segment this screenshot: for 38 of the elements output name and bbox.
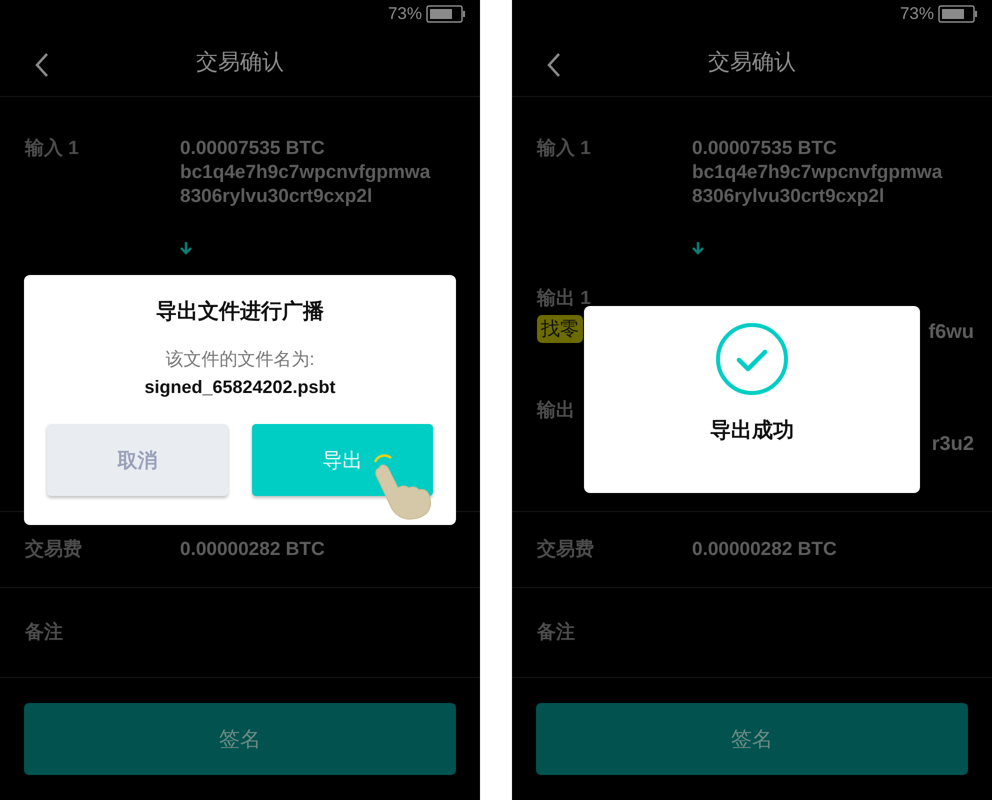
input-detail: 8306rylvu30crt9cxp2l (692, 185, 886, 209)
fee-value: 0.00000282 BTC (692, 538, 837, 562)
cancel-button[interactable]: 取消 (47, 424, 228, 496)
page-title: 交易确认 (196, 48, 284, 76)
fee-value: 0.00000282 BTC (180, 538, 325, 562)
back-icon[interactable] (546, 52, 562, 78)
battery-percent: 73% (900, 4, 934, 24)
down-arrow-icon (180, 241, 192, 255)
dialog-message: 该文件的文件名为: (165, 348, 314, 371)
output-label: 输出 1 (537, 287, 592, 311)
battery-icon (938, 5, 978, 23)
sign-button[interactable]: 签名 (536, 703, 968, 775)
check-circle-icon (715, 322, 789, 396)
output-label: 输出 (537, 399, 576, 423)
back-icon[interactable] (34, 52, 50, 78)
address-fragment: f6wu (928, 320, 974, 345)
input-detail: bc1q4e7h9c7wpcnvfgpmwa (180, 161, 430, 185)
note-label: 备注 (25, 620, 64, 644)
input-label: 输入 1 (25, 137, 80, 161)
page-title: 交易确认 (708, 48, 796, 76)
fee-label: 交易费 (25, 538, 83, 562)
note-label: 备注 (537, 620, 576, 644)
change-tag: 找零 (537, 315, 583, 343)
input-detail: 0.00007535 BTC (180, 137, 326, 161)
address-fragment: r3u2 (932, 432, 974, 457)
battery-percent: 73% (388, 4, 422, 24)
sign-button[interactable]: 签名 (24, 703, 456, 775)
fee-label: 交易费 (537, 538, 595, 562)
file-name: signed_65824202.psbt (144, 377, 336, 398)
input-label: 输入 1 (537, 137, 592, 161)
down-arrow-icon (692, 241, 704, 255)
battery-icon (426, 5, 466, 23)
input-detail: 8306rylvu30crt9cxp2l (180, 185, 374, 209)
input-detail: bc1q4e7h9c7wpcnvfgpmwa (692, 161, 942, 185)
dialog-title: 导出文件进行广播 (156, 298, 324, 325)
input-detail: 0.00007535 BTC (692, 137, 838, 161)
success-message: 导出成功 (710, 418, 794, 444)
export-button[interactable]: 导出 (252, 424, 433, 496)
